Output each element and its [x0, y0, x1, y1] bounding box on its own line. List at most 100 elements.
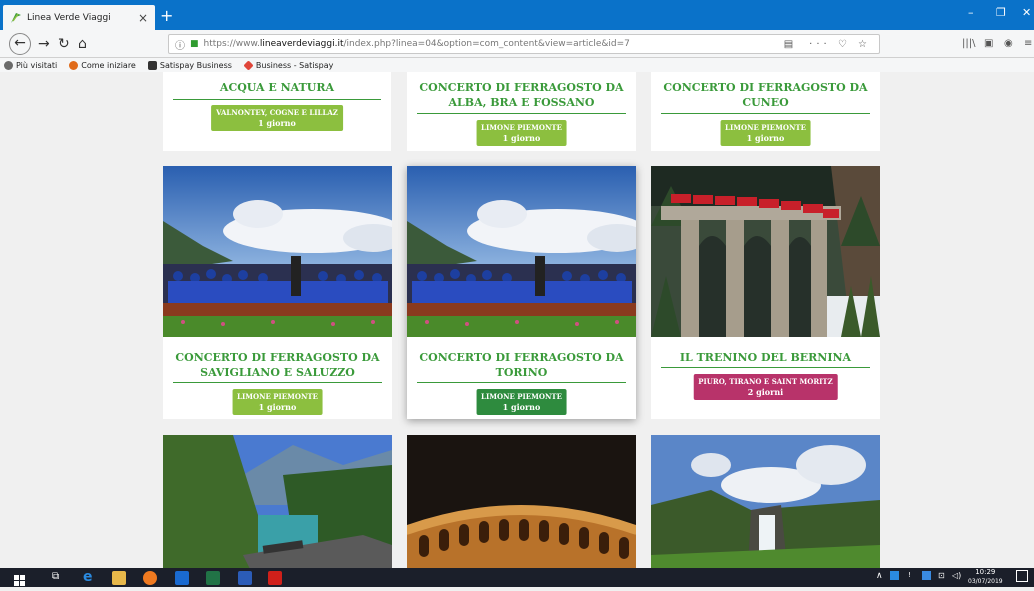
trip-badge: LIMONE PIEMONTE 1 giorno [720, 120, 811, 146]
trip-destination: PIURO, TIRANO E SAINT MORITZ [698, 377, 833, 386]
bookmark-label: Come iniziare [81, 60, 136, 70]
trip-card[interactable]: CONCERTO DI FERRAGOSTO DA TORINO LIMONE … [407, 166, 636, 419]
windows-start-icon[interactable] [14, 572, 26, 586]
account-icon[interactable]: ◉ [1004, 38, 1013, 49]
tray-chevron-icon[interactable]: ∧ [876, 571, 883, 581]
trip-card[interactable] [651, 435, 880, 568]
orchestra-image[interactable] [163, 166, 392, 337]
url-text[interactable]: https://www.lineaverdeviaggi.it/index.ph… [204, 39, 784, 49]
trip-badge: VALNONTEY, COGNE E LILLAZ 1 giorno [211, 105, 343, 131]
trip-title[interactable]: CONCERTO DI FERRAGOSTO DA ALBA, BRA E FO… [417, 80, 626, 110]
trip-duration: 1 giorno [258, 402, 297, 412]
bookmark-piu-visitati[interactable]: Più visitati [4, 60, 58, 70]
trip-badge: LIMONE PIEMONTE 1 giorno [476, 389, 567, 415]
file-explorer-icon[interactable] [112, 571, 126, 585]
trip-destination: LIMONE PIEMONTE [481, 392, 562, 401]
volume-icon[interactable]: ◁) [952, 571, 961, 580]
trip-title[interactable]: CONCERTO DI FERRAGOSTO DA SAVIGLIANO E S… [173, 350, 382, 380]
close-window-button[interactable]: ✕ [1022, 6, 1031, 19]
menu-icon[interactable]: ≡ [1024, 38, 1032, 49]
viaduct-image[interactable] [651, 166, 880, 337]
trip-badge: LIMONE PIEMONTE 1 giorno [476, 120, 567, 146]
back-button[interactable]: ← [9, 33, 31, 55]
lake-train-image[interactable] [163, 435, 392, 568]
word-icon[interactable] [238, 571, 252, 585]
tray-warning-icon[interactable]: ! [908, 571, 911, 579]
trip-duration: 1 giorno [258, 118, 296, 128]
bookmark-label: Più visitati [16, 60, 58, 70]
trip-badge: PIURO, TIRANO E SAINT MORITZ 2 giorni [693, 374, 838, 400]
network-icon[interactable]: ⊡ [938, 571, 945, 580]
trip-duration: 1 giorno [746, 133, 785, 143]
bookmarks-bar: Più visitati Come iniziare Satispay Busi… [0, 58, 1034, 72]
sidebar-icon[interactable]: ▣ [984, 38, 993, 49]
url-domain: lineaverdeviaggi.it [259, 39, 344, 49]
acrobat-icon[interactable] [268, 571, 282, 585]
trip-card[interactable]: CONCERTO DI FERRAGOSTO DA SAVIGLIANO E S… [163, 166, 392, 419]
trip-title[interactable]: IL TRENINO DEL BERNINA [661, 350, 870, 365]
trip-duration: 1 giorno [502, 133, 541, 143]
bookmark-satispay-business[interactable]: Satispay Business [147, 60, 232, 70]
reload-button[interactable]: ↻ [58, 34, 70, 54]
satispay-icon [147, 60, 157, 70]
gear-icon [4, 60, 13, 70]
trip-card[interactable]: CONCERTO DI FERRAGOSTO DA ALBA, BRA E FO… [407, 72, 636, 151]
edge-icon[interactable]: e [83, 569, 97, 585]
new-tab-button[interactable]: + [160, 6, 173, 25]
trip-title[interactable]: CONCERTO DI FERRAGOSTO DA TORINO [417, 350, 626, 380]
notifications-icon[interactable] [1016, 570, 1028, 582]
trip-badge: LIMONE PIEMONTE 1 giorno [232, 389, 323, 415]
arrow-right-icon: → [38, 36, 50, 52]
page-actions[interactable]: ··· ♡ ☆ [809, 39, 879, 50]
reader-view-icon[interactable]: ▤ [784, 39, 793, 50]
trip-destination: LIMONE PIEMONTE [481, 123, 562, 132]
outlook-icon[interactable] [175, 571, 189, 585]
maximize-button[interactable]: ❐ [996, 6, 1006, 19]
info-icon[interactable]: ⓘ [175, 37, 185, 52]
tab-close-icon[interactable]: × [138, 11, 148, 25]
trip-title[interactable]: ACQUA E NATURA [173, 80, 381, 95]
waterfall-image[interactable] [651, 435, 880, 568]
tab-bar: Linea Verde Viaggi × + – ❐ ✕ [0, 0, 1034, 30]
trip-card[interactable] [407, 435, 636, 568]
trip-card[interactable]: CONCERTO DI FERRAGOSTO DA CUNEO LIMONE P… [651, 72, 880, 151]
home-button[interactable]: ⌂ [78, 34, 87, 54]
arrow-left-icon: ← [14, 35, 26, 51]
bookmark-label: Satispay Business [159, 60, 232, 70]
url-path: /index.php?linea=04&option=com_content&v… [343, 39, 630, 49]
bookmark-business-satispay[interactable]: Business - Satispay [243, 59, 334, 71]
clock-date: 03/07/2019 [968, 578, 1003, 585]
title-divider [661, 367, 870, 368]
tray-shield-icon[interactable] [922, 571, 931, 580]
page-content: ACQUA E NATURA VALNONTEY, COGNE E LILLAZ… [0, 72, 1034, 568]
arena-image[interactable] [407, 435, 636, 568]
library-icon[interactable]: |||\ [962, 38, 975, 49]
orchestra-image[interactable] [407, 166, 636, 337]
taskbar: ⧉ e ∧ ! ⊡ ◁) 10:29 03/07/2019 [0, 568, 1034, 587]
title-divider [173, 382, 382, 383]
bookmark-label: Business - Satispay [255, 60, 334, 70]
bookmark-come-iniziare[interactable]: Come iniziare [69, 60, 136, 70]
title-divider [417, 113, 626, 114]
task-view-icon[interactable]: ⧉ [52, 571, 66, 585]
url-bar[interactable]: ⓘ ■ https://www.lineaverdeviaggi.it/inde… [168, 34, 880, 54]
trip-card[interactable]: IL TRENINO DEL BERNINA PIURO, TIRANO E S… [651, 166, 880, 419]
firefox-icon[interactable] [143, 571, 157, 585]
trip-duration: 2 giorni [747, 387, 784, 397]
trip-card[interactable]: ACQUA E NATURA VALNONTEY, COGNE E LILLAZ… [163, 72, 391, 151]
tray-app-icon[interactable] [890, 571, 899, 580]
trip-title[interactable]: CONCERTO DI FERRAGOSTO DA CUNEO [661, 80, 870, 110]
excel-icon[interactable] [206, 571, 220, 585]
lock-icon: ■ [190, 39, 199, 49]
clock[interactable]: 10:29 03/07/2019 [968, 568, 1003, 586]
firefox-icon [69, 60, 79, 70]
reload-icon: ↻ [58, 36, 70, 52]
satispay-red-icon [243, 59, 254, 71]
url-prefix: https://www. [203, 39, 260, 49]
trip-destination: VALNONTEY, COGNE E LILLAZ [216, 108, 338, 117]
trip-card[interactable] [163, 435, 392, 568]
forward-button[interactable]: → [38, 34, 50, 54]
trip-destination: LIMONE PIEMONTE [237, 392, 318, 401]
minimize-button[interactable]: – [968, 6, 974, 19]
browser-tab[interactable]: Linea Verde Viaggi × [3, 5, 155, 30]
